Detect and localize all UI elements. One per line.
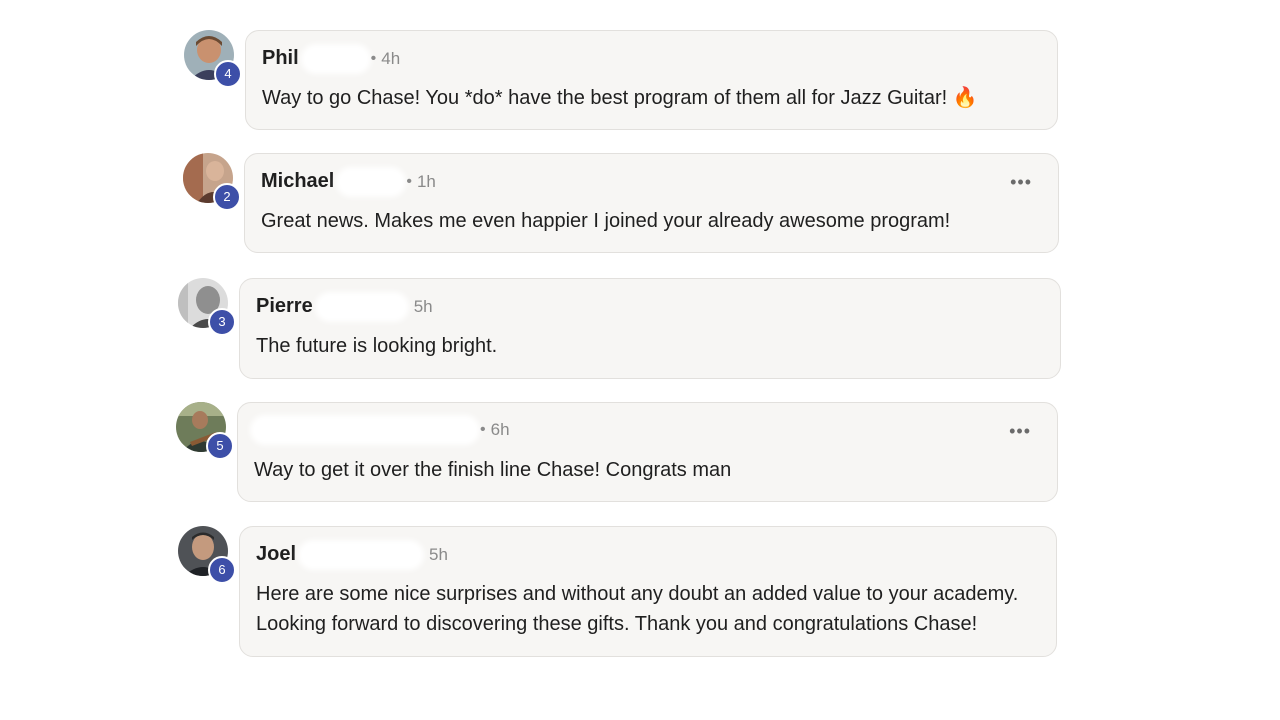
timestamp[interactable]: 5h <box>414 297 433 317</box>
meta-separator: • <box>370 49 377 67</box>
comment-meta: • 6h <box>254 419 510 441</box>
redacted-surname <box>302 543 421 566</box>
comment-text: Great news. Makes me even happier I join… <box>261 210 951 232</box>
timestamp[interactable]: 4h <box>381 49 400 69</box>
redacted-surname <box>304 47 367 70</box>
meta-separator: • <box>480 421 486 438</box>
comment-text: Way to go Chase! You *do* have the best … <box>262 87 978 109</box>
redacted-surname <box>340 170 403 193</box>
comment-meta: Michael • 1h <box>261 170 436 193</box>
level-badge: 5 <box>206 432 234 460</box>
redacted-name <box>254 419 476 441</box>
comment-meta: Joel 5h <box>256 543 448 566</box>
author-name[interactable]: Pierre <box>256 295 313 318</box>
comment-bubble: Phil • 4h Way to go Chase! You *do* have… <box>245 30 1058 130</box>
comment-bubble: Joel 5h Here are some nice surprises and… <box>239 526 1057 657</box>
author-name[interactable]: Joel <box>256 543 296 566</box>
meta-separator: • <box>406 172 412 190</box>
redacted-surname <box>318 295 405 318</box>
level-badge: 4 <box>214 60 242 88</box>
comment-bubble: • 6h ••• Way to get it over the finish l… <box>237 402 1058 502</box>
comment-bubble: Pierre 5h The future is looking bright. <box>239 278 1061 379</box>
timestamp[interactable]: 1h <box>417 172 436 192</box>
more-options-icon[interactable]: ••• <box>1009 421 1031 442</box>
level-badge: 6 <box>208 556 236 584</box>
comment-meta: Pierre 5h <box>256 295 433 318</box>
comment-text: Here are some nice surprises and without… <box>256 583 1019 635</box>
timestamp[interactable]: 5h <box>429 545 448 565</box>
comment-text: Way to get it over the finish line Chase… <box>254 459 732 481</box>
comment-bubble: Michael • 1h ••• Great news. Makes me ev… <box>244 153 1059 253</box>
comment-meta: Phil • 4h <box>262 47 400 70</box>
author-name[interactable]: Phil <box>262 47 299 70</box>
comment-text: The future is looking bright. <box>256 335 498 357</box>
timestamp[interactable]: 6h <box>491 420 510 440</box>
level-badge: 3 <box>208 308 236 336</box>
more-options-icon[interactable]: ••• <box>1010 172 1032 193</box>
level-badge: 2 <box>213 183 241 211</box>
author-name[interactable]: Michael <box>261 170 334 193</box>
